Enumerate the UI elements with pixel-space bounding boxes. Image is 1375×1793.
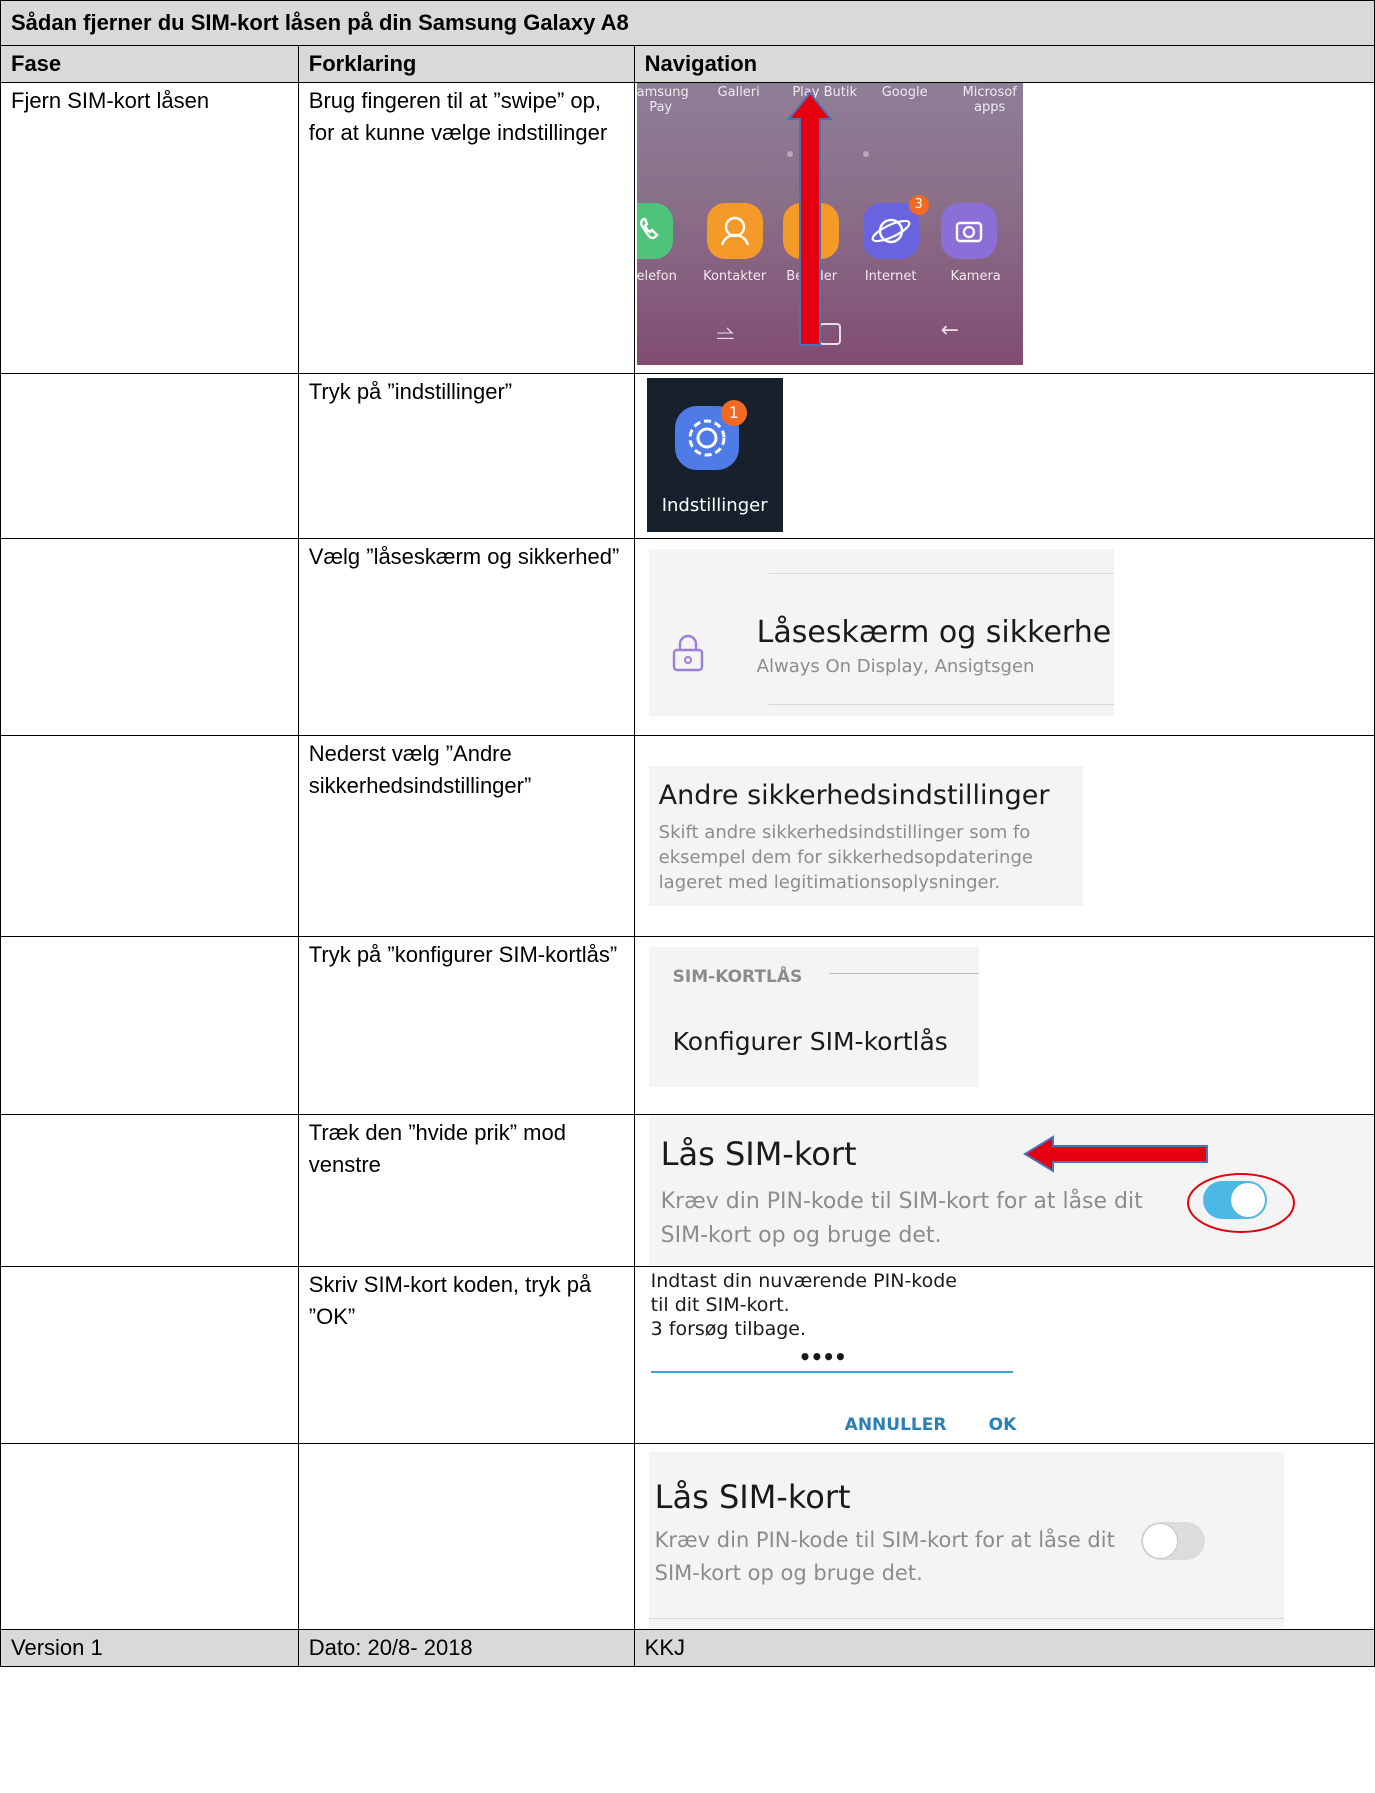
pin-input-underline[interactable] xyxy=(650,1371,1013,1373)
settings-label: Indstillinger xyxy=(661,495,768,516)
pin-prompt: Indtast din nuværende PIN-kode til dit S… xyxy=(650,1270,957,1340)
navigation-cell: Lås SIM-kort Kræv din PIN-kode til SIM-k… xyxy=(633,1114,1375,1267)
setting-subtitle: Kræv din PIN-kode til SIM-kort for at lå… xyxy=(660,1189,1143,1248)
lock-icon xyxy=(672,634,703,672)
setting-subtitle: Kræv din PIN-kode til SIM-kort for at lå… xyxy=(654,1528,1115,1585)
setting-title[interactable]: Låseskærm og sikkerhe xyxy=(757,613,1112,653)
table-row: Lås SIM-kort Kræv din PIN-kode til SIM-k… xyxy=(0,1443,1375,1630)
divider xyxy=(768,704,1114,705)
explanation-cell: Brug fingeren til at ”swipe” op, for at … xyxy=(297,82,635,374)
divider xyxy=(768,573,1114,574)
notification-badge: 3 xyxy=(908,195,929,215)
header-explanation: Forklaring xyxy=(297,45,635,83)
sim-lock-section-screenshot: SIM-KORTLÅS Konfigurer SIM-kortlås xyxy=(648,947,979,1087)
navigation-cell: Låseskærm og sikkerhe Always On Display,… xyxy=(633,538,1375,736)
footer-version: Version 1 xyxy=(0,1629,299,1667)
settings-app-screenshot: 1 Indstillinger xyxy=(646,378,783,532)
app-label: elefon xyxy=(636,269,677,284)
phase-cell xyxy=(0,1114,299,1267)
app-label: Microsof apps xyxy=(962,85,1017,115)
internet-app-icon[interactable] xyxy=(862,203,919,259)
pin-input-value[interactable]: •••• xyxy=(799,1341,847,1373)
navigation-cell: Indtast din nuværende PIN-kode til dit S… xyxy=(633,1266,1375,1444)
page-dot xyxy=(862,151,869,157)
header-navigation: Navigation xyxy=(633,45,1375,83)
app-label: amsung Pay xyxy=(636,85,689,115)
divider xyxy=(828,973,979,974)
footer-author: KKJ xyxy=(633,1629,1375,1667)
header-phase: Fase xyxy=(0,45,299,83)
explanation-cell: Tryk på ”konfigurer SIM-kortlås” xyxy=(297,936,635,1115)
lock-sim-toggle[interactable] xyxy=(1140,1522,1205,1560)
app-label: Kontakter xyxy=(703,269,767,284)
recent-apps-icon[interactable]: ⥬ xyxy=(717,319,735,351)
divider xyxy=(648,1618,1284,1619)
setting-title[interactable]: Andre sikkerhedsindstillinger xyxy=(659,778,1050,814)
swipe-up-arrow-icon xyxy=(786,91,833,346)
lock-sim-toggle-off-screenshot: Lås SIM-kort Kræv din PIN-kode til SIM-k… xyxy=(648,1452,1284,1628)
explanation-cell xyxy=(297,1443,635,1630)
ok-button[interactable]: OK xyxy=(989,1409,1017,1441)
home-screen-screenshot: amsung Pay Galleri Play Butik Google Mic… xyxy=(636,83,1023,365)
phase-cell xyxy=(0,936,299,1115)
footer-row: Version 1 Dato: 20/8- 2018 KKJ xyxy=(0,1629,1375,1667)
navigation-cell: Lås SIM-kort Kræv din PIN-kode til SIM-k… xyxy=(633,1443,1375,1630)
setting-subtitle: Skift andre sikkerhedsindstillinger som … xyxy=(658,822,1033,893)
phase-cell xyxy=(0,373,299,539)
phase-cell: Fjern SIM-kort låsen xyxy=(0,82,299,374)
drag-left-arrow-icon xyxy=(1022,1135,1208,1173)
phone-app-icon[interactable] xyxy=(636,203,673,259)
toggle-knob[interactable] xyxy=(1142,1524,1177,1558)
table-row: Tryk på ”konfigurer SIM-kortlås” SIM-KOR… xyxy=(0,936,1375,1115)
table-row: Tryk på ”indstillinger” 1 Indstillinger xyxy=(0,373,1375,539)
setting-title: Lås SIM-kort xyxy=(660,1135,857,1173)
app-label: Galleri xyxy=(717,85,760,100)
phase-cell xyxy=(0,1443,299,1630)
phase-cell xyxy=(0,1266,299,1444)
section-header: SIM-KORTLÅS xyxy=(672,967,803,987)
footer-date: Dato: 20/8- 2018 xyxy=(297,1629,635,1667)
navigation-cell: SIM-KORTLÅS Konfigurer SIM-kortlås xyxy=(633,936,1375,1115)
explanation-cell: Vælg ”låseskærm og sikkerhed” xyxy=(297,538,635,736)
phase-cell xyxy=(0,538,299,736)
camera-app-icon[interactable] xyxy=(940,203,997,259)
lock-sim-toggle-on-screenshot: Lås SIM-kort Kræv din PIN-kode til SIM-k… xyxy=(648,1115,1374,1265)
table-row: Skriv SIM-kort koden, tryk på ”OK” Indta… xyxy=(0,1266,1375,1444)
configure-sim-lock-item[interactable]: Konfigurer SIM-kortlås xyxy=(673,1025,948,1059)
cancel-button[interactable]: ANNULLER xyxy=(845,1409,947,1441)
other-security-setting-screenshot: Andre sikkerhedsindstillinger Skift andr… xyxy=(648,766,1083,906)
table-row: Vælg ”låseskærm og sikkerhed” Låseskærm … xyxy=(0,538,1375,736)
pin-dialog-screenshot: Indtast din nuværende PIN-kode til dit S… xyxy=(648,1267,1029,1442)
table-row: Fjern SIM-kort låsen Brug fingeren til a… xyxy=(0,82,1375,374)
explanation-cell: Tryk på ”indstillinger” xyxy=(297,373,635,539)
document-title: Sådan fjerner du SIM-kort låsen på din S… xyxy=(0,0,1375,46)
app-label: Internet xyxy=(864,269,917,284)
table-row: Træk den ”hvide prik” mod venstre Lås SI… xyxy=(0,1114,1375,1267)
explanation-cell: Nederst vælg ”Andre sikkerhedsindstillin… xyxy=(297,735,635,937)
table-row: Nederst vælg ”Andre sikkerhedsindstillin… xyxy=(0,735,1375,937)
explanation-cell: Skriv SIM-kort koden, tryk på ”OK” xyxy=(297,1266,635,1444)
lockscreen-setting-screenshot: Låseskærm og sikkerhe Always On Display,… xyxy=(648,549,1114,716)
back-arrow-icon[interactable]: ← xyxy=(941,315,959,347)
app-label: Kamera xyxy=(950,269,1001,284)
navigation-cell: Andre sikkerhedsindstillinger Skift andr… xyxy=(633,735,1375,937)
app-label: Google xyxy=(881,85,928,100)
guide-table: Sådan fjerner du SIM-kort låsen på din S… xyxy=(0,0,1375,1667)
highlight-circle xyxy=(1186,1173,1295,1233)
contacts-app-icon[interactable] xyxy=(706,203,763,259)
phase-cell xyxy=(0,735,299,937)
navigation-cell: 1 Indstillinger xyxy=(633,373,1375,539)
navigation-cell: amsung Pay Galleri Play Butik Google Mic… xyxy=(633,82,1375,374)
setting-subtitle: Always On Display, Ansigtsgen xyxy=(756,656,1035,677)
explanation-cell: Træk den ”hvide prik” mod venstre xyxy=(297,1114,635,1267)
setting-title: Lås SIM-kort xyxy=(654,1478,851,1516)
notification-badge: 1 xyxy=(720,400,747,426)
